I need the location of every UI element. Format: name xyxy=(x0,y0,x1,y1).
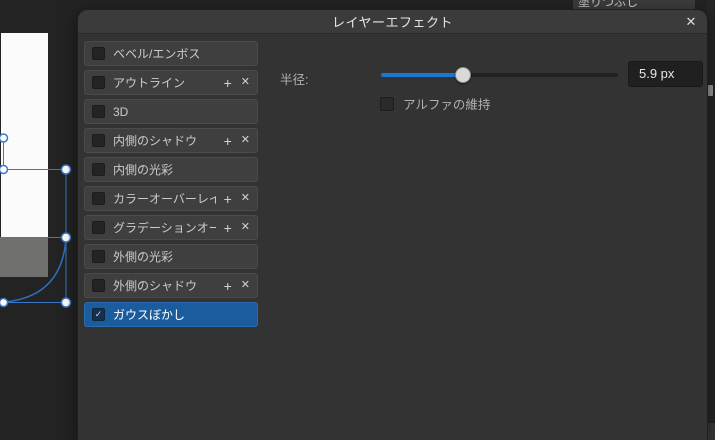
check-icon: ✓ xyxy=(94,309,103,319)
gray-shape xyxy=(0,238,48,277)
effect-actions: + ✕ xyxy=(224,221,250,235)
effect-label: 3D xyxy=(113,104,129,119)
bottom-panel-edge xyxy=(707,423,715,440)
effect-label: ベベル/エンボス xyxy=(113,47,201,61)
effect-row[interactable]: 外側の光彩 + ✕ xyxy=(84,244,258,269)
add-effect-icon[interactable]: + xyxy=(224,134,232,148)
radius-value-input[interactable]: 5.9 px xyxy=(628,61,703,87)
fill-panel-label: 塗りつぶし xyxy=(578,0,639,9)
effect-label: 外側のシャドウ xyxy=(113,279,198,293)
add-effect-icon[interactable]: + xyxy=(224,76,232,90)
add-effect-icon[interactable]: + xyxy=(224,279,232,293)
remove-effect-icon[interactable]: ✕ xyxy=(241,77,250,88)
effect-row[interactable]: 内側の光彩 + ✕ xyxy=(84,157,258,182)
preserve-alpha-row: アルファの維持 xyxy=(380,94,490,113)
effect-actions: + ✕ xyxy=(224,192,250,206)
preserve-alpha-label: アルファの維持 xyxy=(403,98,491,112)
effect-label: グラデーションオーバーレイ xyxy=(113,221,216,235)
close-icon[interactable]: ✕ xyxy=(682,10,700,33)
effect-label: カラーオーバーレイ xyxy=(113,192,216,206)
canvas-artwork[interactable] xyxy=(0,0,78,440)
add-effect-icon[interactable]: + xyxy=(224,221,232,235)
preserve-alpha-checkbox[interactable] xyxy=(380,96,394,111)
effect-checkbox[interactable] xyxy=(92,105,105,118)
dialog-title: レイヤーエフェクト xyxy=(331,15,454,30)
layer-effects-dialog: レイヤーエフェクト ✕ ベベル/エンボス + ✕ アウトライン + ✕ 3D +… xyxy=(78,10,707,440)
effect-checkbox[interactable] xyxy=(92,250,105,263)
effect-row[interactable]: 内側のシャドウ + ✕ xyxy=(84,128,258,153)
fill-panel-header[interactable]: 塗りつぶし xyxy=(573,0,695,10)
effect-row[interactable]: アウトライン + ✕ xyxy=(84,70,258,95)
effect-row[interactable]: ベベル/エンボス + ✕ xyxy=(84,41,258,66)
radius-slider-thumb[interactable] xyxy=(455,67,472,83)
add-effect-icon[interactable]: + xyxy=(224,192,232,206)
radius-slider-track[interactable] xyxy=(381,73,618,77)
effect-row[interactable]: 外側のシャドウ + ✕ xyxy=(84,273,258,298)
effect-checkbox[interactable] xyxy=(92,192,105,205)
effects-list: ベベル/エンボス + ✕ アウトライン + ✕ 3D + ✕ 内側のシャドウ +… xyxy=(84,41,258,331)
effect-actions: + ✕ xyxy=(224,134,250,148)
effect-label: ガウスぼかし xyxy=(113,308,186,322)
effect-actions: + ✕ xyxy=(224,76,250,90)
radius-slider-fill xyxy=(381,73,464,77)
remove-effect-icon[interactable]: ✕ xyxy=(241,135,250,146)
effect-checkbox[interactable] xyxy=(92,134,105,147)
effect-checkbox[interactable] xyxy=(92,47,105,60)
panel-resize-handle[interactable] xyxy=(708,85,713,96)
effect-checkbox[interactable] xyxy=(92,279,105,292)
effect-label: 外側の光彩 xyxy=(113,250,174,264)
radius-slider[interactable] xyxy=(381,65,618,85)
remove-effect-icon[interactable]: ✕ xyxy=(241,193,250,204)
radius-label: 半径: xyxy=(280,73,309,87)
effect-label: 内側のシャドウ xyxy=(113,134,198,148)
effect-checkbox[interactable] xyxy=(92,221,105,234)
effect-row[interactable]: ✓ ガウスぼかし + ✕ xyxy=(84,302,258,327)
dialog-titlebar[interactable]: レイヤーエフェクト ✕ xyxy=(78,10,707,34)
effect-checkbox[interactable] xyxy=(92,163,105,176)
effect-checkbox[interactable]: ✓ xyxy=(92,308,105,321)
effect-actions: + ✕ xyxy=(224,279,250,293)
effect-row[interactable]: カラーオーバーレイ + ✕ xyxy=(84,186,258,211)
remove-effect-icon[interactable]: ✕ xyxy=(241,222,250,233)
effect-row[interactable]: 3D + ✕ xyxy=(84,99,258,124)
right-panel-edge xyxy=(707,0,715,440)
effect-label: 内側の光彩 xyxy=(113,163,174,177)
effect-label: アウトライン xyxy=(113,76,186,90)
remove-effect-icon[interactable]: ✕ xyxy=(241,280,250,291)
effect-row[interactable]: グラデーションオーバーレイ + ✕ xyxy=(84,215,258,240)
effect-checkbox[interactable] xyxy=(92,76,105,89)
